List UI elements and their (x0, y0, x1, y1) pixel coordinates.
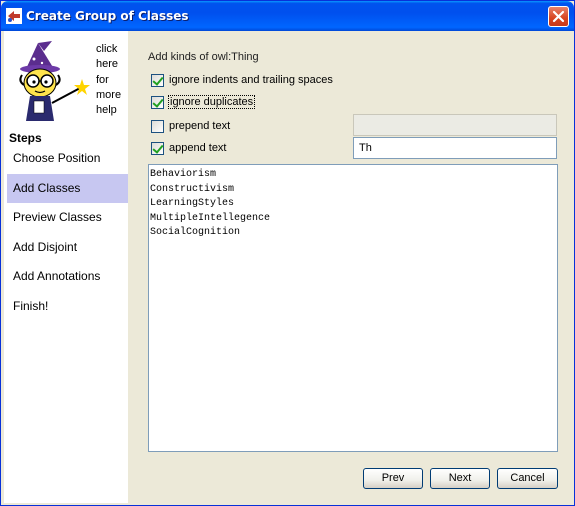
append-text-option[interactable]: append text (151, 140, 227, 156)
ignore-indents-checkbox[interactable] (151, 73, 164, 87)
class-line: SocialCognition (150, 227, 241, 238)
class-line: Constructivism (150, 183, 235, 195)
step-choose-position: Choose Position (13, 151, 101, 165)
help-link[interactable]: click here for more help (96, 42, 128, 118)
prepend-text-option[interactable]: prepend text (151, 118, 230, 134)
create-group-dialog: Create Group of Classes click here for m… (0, 0, 575, 506)
prev-button[interactable]: Prev (363, 468, 423, 489)
ignore-duplicates-option[interactable]: ignore duplicates (151, 94, 256, 110)
prepend-text-label: prepend text (169, 120, 231, 132)
ignore-duplicates-checkbox[interactable] (151, 95, 164, 109)
steps-heading: Steps (9, 131, 42, 145)
close-icon (552, 10, 565, 23)
main-panel: Add kinds of owl:Thing ignore indents an… (128, 31, 573, 503)
title-bar[interactable]: Create Group of Classes (1, 1, 574, 31)
class-line: MultipleIntellegence (150, 212, 271, 224)
step-add-disjoint: Add Disjoint (13, 239, 78, 254)
append-text-checkbox[interactable] (151, 141, 164, 155)
wizard-help-icon[interactable] (8, 39, 92, 123)
class-line: LearningStyles (150, 198, 235, 209)
step-preview-classes: Preview Classes (13, 210, 102, 224)
close-button[interactable] (548, 6, 569, 27)
wizard-sidebar: click here for more help Steps Choose Po… (4, 31, 128, 503)
ignore-duplicates-label: ignore duplicates (167, 95, 256, 109)
append-text-label: append text (169, 142, 227, 154)
step-add-annotations: Add Annotations (13, 269, 101, 283)
cancel-button[interactable]: Cancel (497, 468, 558, 489)
prepend-text-checkbox[interactable] (151, 119, 164, 133)
classes-textarea[interactable]: Behaviorism Constructivism LearningStyle… (148, 164, 558, 452)
step-add-classes: Add Classes (7, 173, 128, 203)
ignore-indents-label: ignore indents and trailing spaces (169, 74, 333, 86)
ignore-indents-option[interactable]: ignore indents and trailing spaces (151, 72, 333, 88)
window-title: Create Group of Classes (26, 9, 189, 23)
next-button[interactable]: Next (430, 468, 490, 489)
append-text-field[interactable]: Th (353, 137, 557, 159)
prepend-text-field[interactable] (353, 114, 557, 136)
class-line: Behaviorism (150, 169, 217, 180)
page-heading: Add kinds of owl:Thing (148, 51, 259, 63)
steps-list: Choose Position Add Classes Preview Clas… (7, 144, 128, 321)
step-finish: Finish! (13, 298, 49, 313)
protege-app-icon (6, 8, 22, 24)
